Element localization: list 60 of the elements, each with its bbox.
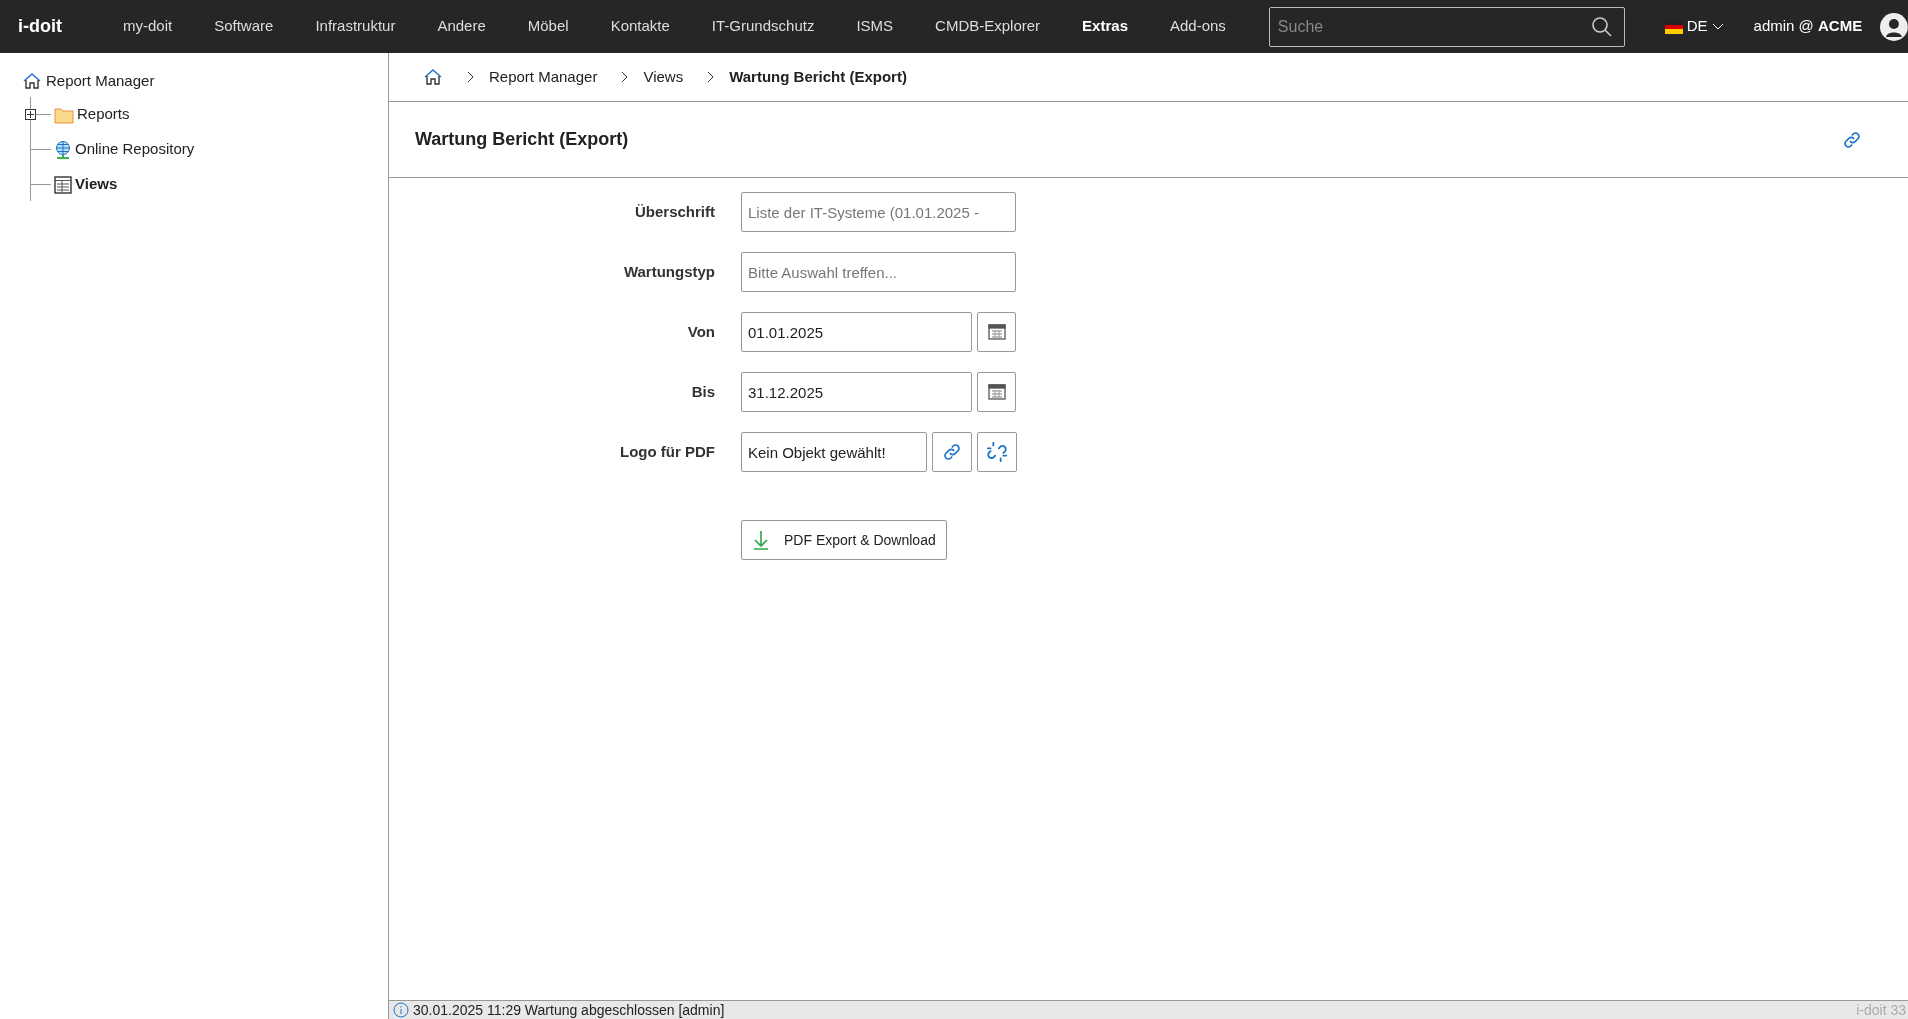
search-field[interactable]: Suche — [1268, 6, 1625, 47]
nav-item[interactable]: my-doit — [102, 15, 194, 38]
permalink-button[interactable] — [1842, 129, 1862, 150]
date-field[interactable]: 01.01.2025 — [741, 312, 972, 352]
home-icon — [423, 67, 443, 87]
text-field[interactable]: Bitte Auswahl treffen... — [741, 252, 1016, 292]
nav-item[interactable]: Software — [193, 15, 295, 38]
table-icon — [54, 175, 72, 194]
nav-item[interactable]: Infrastruktur — [294, 15, 417, 38]
field-label: Logo für PDF — [619, 441, 716, 462]
chevron-right-icon — [467, 71, 475, 83]
nav-item[interactable]: Andere — [416, 15, 507, 38]
tree-root[interactable]: Report Manager — [46, 69, 155, 93]
field-label: Von — [686, 321, 716, 342]
calendar-icon — [986, 382, 1007, 402]
link-icon — [1842, 129, 1862, 150]
version-label: i-doit 33 — [1856, 1002, 1906, 1018]
globe-icon — [54, 139, 72, 160]
nav-item[interactable]: Möbel — [506, 15, 590, 38]
chevron-down-icon — [1711, 22, 1724, 31]
field-label: Bis — [690, 381, 716, 402]
breadcrumb-item[interactable]: Wartung Bericht (Export) — [729, 65, 907, 89]
calendar-button[interactable] — [977, 312, 1016, 352]
calendar-icon — [986, 322, 1007, 342]
date-field[interactable]: 31.12.2025 — [741, 372, 972, 412]
object-field[interactable]: Kein Objekt gewählt! — [741, 432, 927, 472]
download-icon — [752, 530, 770, 550]
page-title: Wartung Bericht (Export) — [415, 128, 629, 151]
avatar-icon[interactable] — [1880, 12, 1908, 41]
folder-icon — [54, 105, 74, 124]
field-label: Überschrift — [633, 201, 716, 222]
chevron-right-icon — [707, 71, 716, 83]
status-message: 30.01.2025 11:29 Wartung abgeschlossen [admin] — [413, 1002, 725, 1018]
unlink-button[interactable] — [977, 432, 1017, 472]
tree-item[interactable]: Online Repository — [75, 138, 195, 161]
text-field[interactable]: Liste der IT-Systeme (01.01.2025 - — [741, 192, 1016, 232]
user-name[interactable]: admin @ ACME — [1753, 15, 1863, 38]
breadcrumb-item[interactable]: Views — [643, 65, 684, 89]
breadcrumb-item[interactable]: Report Manager — [489, 65, 598, 89]
nav-item[interactable]: ISMS — [835, 15, 915, 38]
tree-item[interactable]: Reports — [77, 103, 130, 126]
home-icon — [22, 71, 42, 91]
expand-icon[interactable] — [25, 109, 36, 120]
chevron-right-icon — [621, 71, 630, 83]
language-selector[interactable]: DE — [1664, 15, 1724, 38]
export-button[interactable]: PDF Export & Download — [741, 520, 947, 560]
logo[interactable]: i-doit — [18, 13, 62, 40]
nav-item[interactable]: Add-ons — [1149, 15, 1247, 38]
link-icon — [942, 442, 962, 462]
link-button[interactable] — [932, 432, 972, 472]
nav-item[interactable]: IT-Grundschutz — [690, 15, 836, 38]
search-icon — [1590, 15, 1613, 38]
field-label: Wartungstyp — [622, 261, 716, 282]
nav-item[interactable]: CMDB-Explorer — [914, 15, 1062, 38]
nav-item[interactable]: Kontakte — [589, 15, 691, 38]
info-icon — [393, 1002, 409, 1018]
nav-item[interactable]: Extras — [1061, 15, 1149, 38]
broken-link-icon — [986, 441, 1008, 463]
tree-item[interactable]: Views — [75, 173, 118, 196]
calendar-button[interactable] — [977, 372, 1016, 412]
